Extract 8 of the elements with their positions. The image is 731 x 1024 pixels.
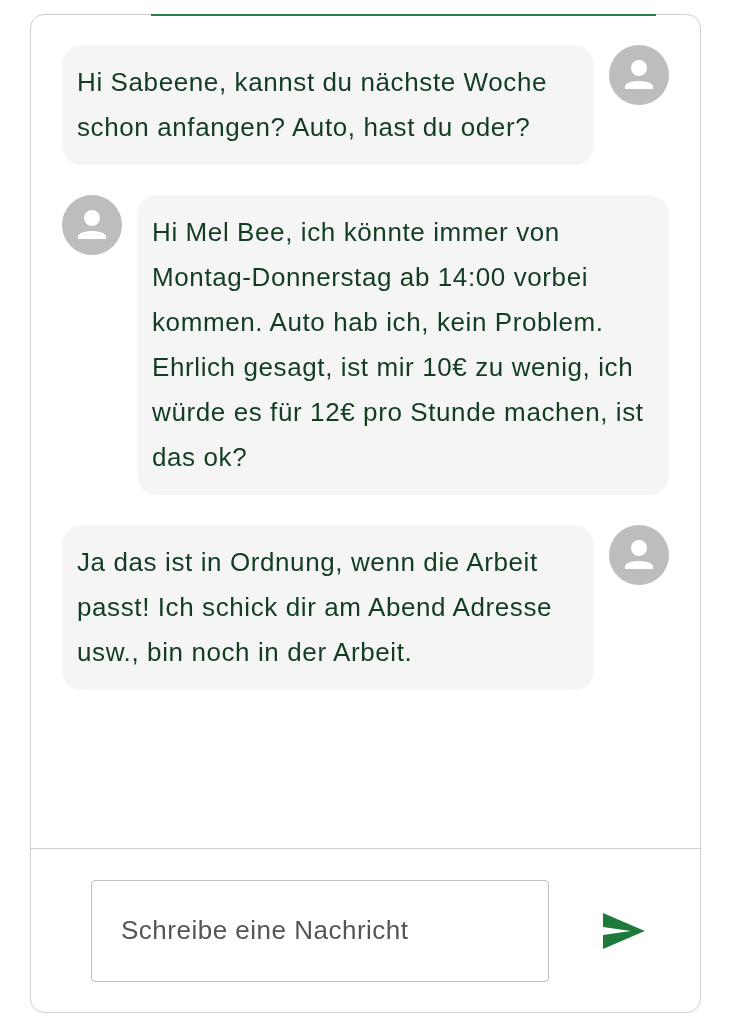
message-bubble: Ja das ist in Ordnung, wenn die Arbeit passt! Ich schick dir am Abend Adresse usw., bin noch in der Arbeit. <box>62 525 594 690</box>
avatar-icon <box>62 195 122 255</box>
message-input[interactable]: Schreibe eine Nachricht <box>91 879 550 982</box>
message-bubble: Hi Mel Bee, ich könnte immer von Montag-Donnerstag ab 14:00 vorbei kommen. Auto hab ich, kein Problem. Ehrlich gesagt, ist mir 10€ zu wenig, ich würde es für 12€ pro Stunde machen, ist das ok? <box>137 195 669 495</box>
avatar-icon <box>609 525 669 585</box>
send-icon[interactable] <box>603 912 645 949</box>
message-bubble: Hi Sabeene, kannst du nächste Woche schon anfangen? Auto, hast du oder? <box>62 45 594 165</box>
avatar-icon <box>609 45 669 105</box>
